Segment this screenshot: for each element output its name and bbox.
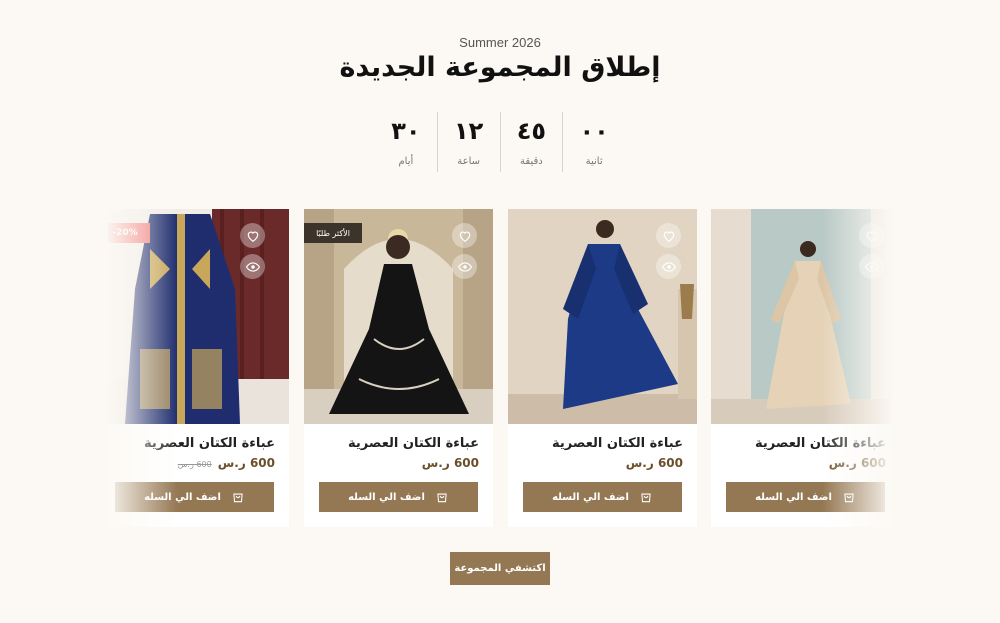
product-name[interactable]: عباءة الكتان العصرية xyxy=(552,436,683,451)
old-price: 600 ر.س xyxy=(177,460,212,469)
heart-icon[interactable] xyxy=(452,223,477,248)
cart-icon xyxy=(233,493,243,503)
countdown-value: ٣٠ xyxy=(391,117,421,145)
explore-collection-button[interactable]: اكتشفي المجموعة xyxy=(450,552,550,585)
countdown-value: ٤٥ xyxy=(516,117,547,145)
countdown-label: ثانية xyxy=(585,156,603,167)
countdown-days: ٣٠ أيام xyxy=(375,112,438,172)
product-price: 600 ر.س xyxy=(828,456,886,470)
countdown-label: ساعة xyxy=(457,156,480,167)
section-subtitle: Summer 2026 xyxy=(459,35,541,50)
heart-icon[interactable] xyxy=(656,223,681,248)
bestseller-badge: الأكثر طلبًا xyxy=(304,223,362,243)
product-price: 600 ر.س 600 ر.س xyxy=(178,456,275,470)
countdown-seconds: ٠٠ ثانية xyxy=(563,112,625,172)
current-price: 600 ر.س xyxy=(217,456,275,470)
discount-badge: -20% xyxy=(108,223,150,243)
add-to-cart-button[interactable]: اضف الي السله xyxy=(115,482,274,512)
add-to-cart-label: اضف الي السله xyxy=(755,491,832,503)
add-to-cart-label: اضف الي السله xyxy=(144,491,221,503)
heart-icon[interactable] xyxy=(240,223,265,248)
product-card[interactable]: -20% عباءة الكتان العصرية 600 ر.س600 ر.س… xyxy=(108,209,289,527)
product-card[interactable]: عباءة الكتان العصرية 600 ر.س اضف الي الس… xyxy=(508,209,697,527)
product-card[interactable]: الأكثر طلبًا عباءة الكتان العصرية 600 ر.… xyxy=(304,209,493,527)
countdown-value: ٠٠ xyxy=(579,117,609,145)
cart-icon xyxy=(437,493,447,503)
eye-icon[interactable] xyxy=(452,254,477,279)
eye-icon[interactable] xyxy=(240,254,265,279)
cart-icon xyxy=(641,493,651,503)
countdown-timer: ٠٠ ثانية ٤٥ دقيقة ١٢ ساعة ٣٠ أيام xyxy=(375,112,625,172)
add-to-cart-button[interactable]: اضف الي السله xyxy=(726,482,885,512)
countdown-minutes: ٤٥ دقيقة xyxy=(501,112,564,172)
product-carousel: -20% عباءة الكتان العصرية 600 ر.س600 ر.س… xyxy=(108,209,892,527)
product-price: 600 ر.س xyxy=(625,456,683,470)
section-title: إطلاق المجموعة الجديدة xyxy=(339,52,661,83)
product-name[interactable]: عباءة الكتان العصرية xyxy=(755,436,886,451)
product-name[interactable]: عباءة الكتان العصرية xyxy=(144,436,275,451)
heart-icon[interactable] xyxy=(859,223,884,248)
product-card[interactable]: عباءة الكتان العصرية 600 ر.س اضف الي الس… xyxy=(711,209,892,527)
eye-icon[interactable] xyxy=(656,254,681,279)
add-to-cart-label: اضف الي السله xyxy=(348,491,425,503)
countdown-value: ١٢ xyxy=(453,117,484,145)
add-to-cart-button[interactable]: اضف الي السله xyxy=(523,482,682,512)
countdown-hours: ١٢ ساعة xyxy=(438,112,501,172)
eye-icon[interactable] xyxy=(859,254,884,279)
add-to-cart-button[interactable]: اضف الي السله xyxy=(319,482,478,512)
product-name[interactable]: عباءة الكتان العصرية xyxy=(348,436,479,451)
countdown-label: دقيقة xyxy=(520,156,543,167)
countdown-label: أيام xyxy=(398,156,414,167)
product-price: 600 ر.س xyxy=(421,456,479,470)
add-to-cart-label: اضف الي السله xyxy=(552,491,629,503)
cart-icon xyxy=(844,493,854,503)
